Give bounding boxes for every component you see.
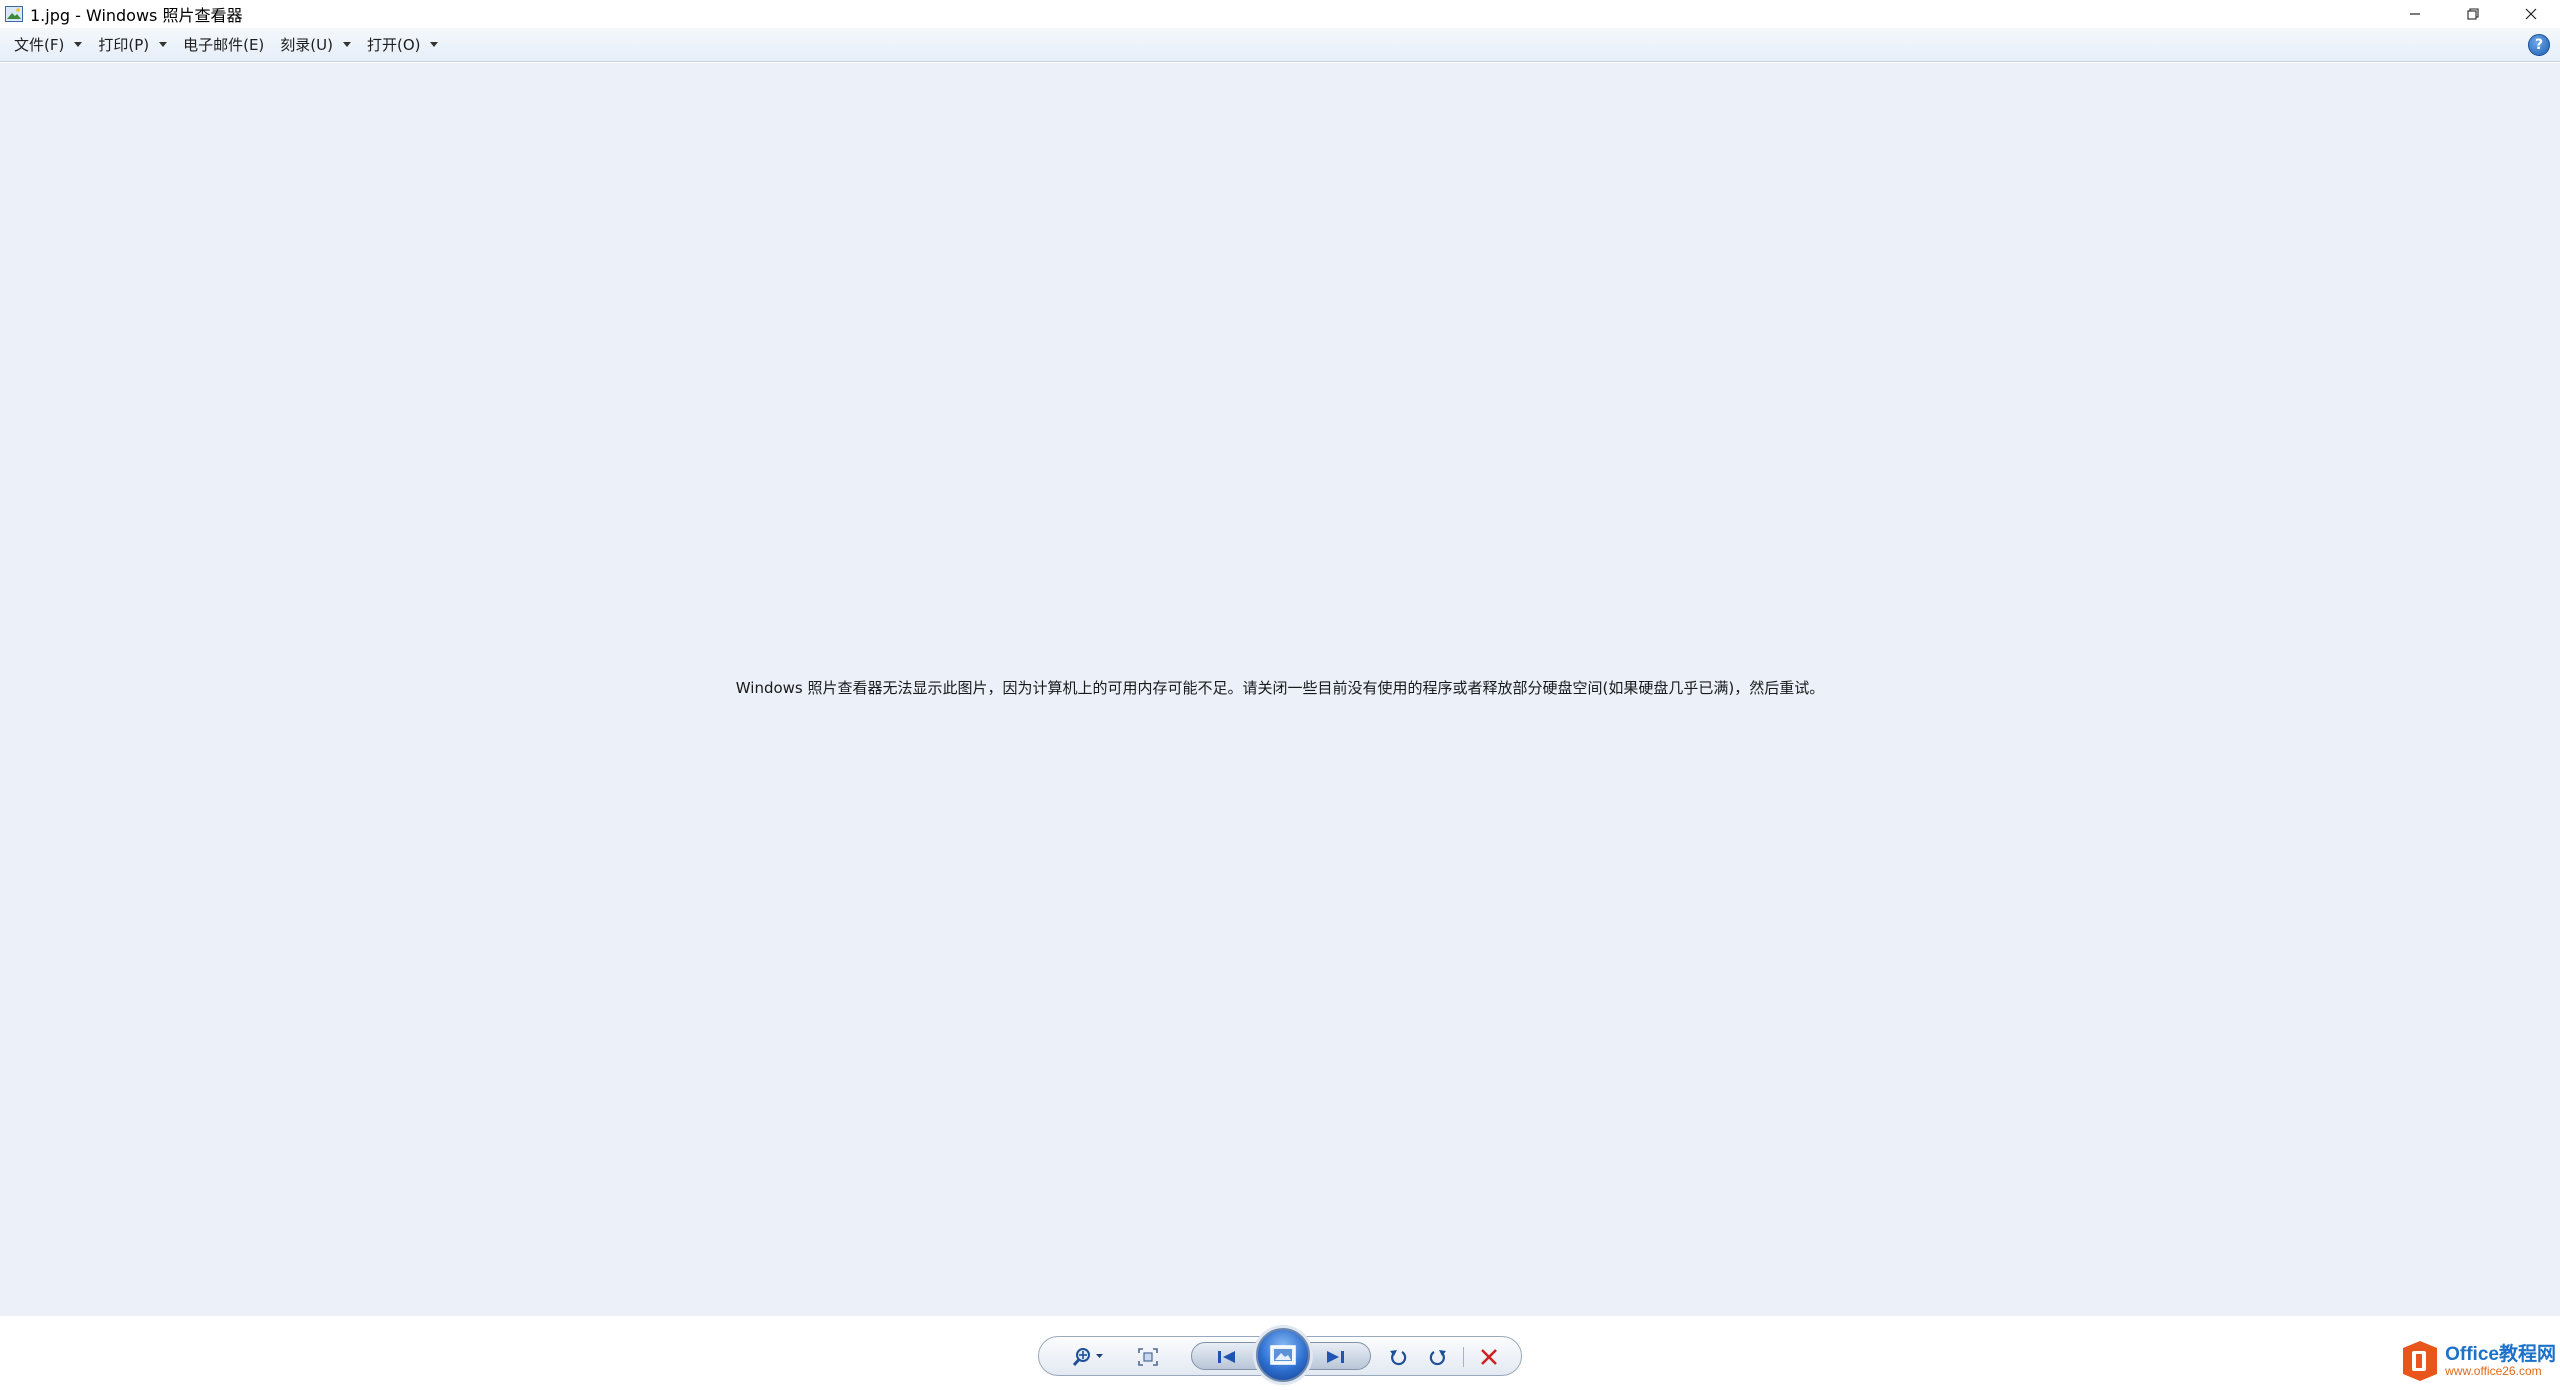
previous-icon <box>1218 1351 1235 1363</box>
actual-size-button[interactable] <box>1133 1345 1163 1369</box>
title-bar: 1.jpg - Windows 照片查看器 <box>0 0 2560 28</box>
next-button[interactable] <box>1315 1345 1355 1369</box>
chevron-down-icon <box>159 42 168 47</box>
actual-size-icon <box>1138 1348 1158 1366</box>
error-message: Windows 照片查看器无法显示此图片，因为计算机上的可用内存可能不足。请关闭… <box>735 679 1825 697</box>
chevron-down-icon <box>74 42 83 47</box>
image-viewer-area: Windows 照片查看器无法显示此图片，因为计算机上的可用内存可能不足。请关闭… <box>0 63 2560 1316</box>
previous-button[interactable] <box>1207 1345 1247 1369</box>
bottom-toolbar: Office教程网 www.office26.com <box>0 1316 2560 1390</box>
watermark: Office教程网 www.office26.com <box>2401 1338 2556 1384</box>
zoom-button[interactable] <box>1069 1345 1109 1369</box>
rotate-ccw-icon <box>1390 1350 1407 1366</box>
restore-icon <box>2467 8 2479 20</box>
chevron-down-icon <box>342 42 351 47</box>
minimize-icon <box>2410 13 2420 15</box>
rotate-clockwise-button[interactable] <box>1423 1345 1453 1369</box>
watermark-text: Office教程网 www.office26.com <box>2445 1343 2556 1378</box>
menu-file[interactable]: 文件(F) <box>8 32 88 58</box>
menu-open-label: 打开(O) <box>366 36 421 54</box>
photo-viewer-app-icon <box>4 5 24 23</box>
menu-burn-label: 刻录(U) <box>280 36 333 54</box>
help-button[interactable]: ? <box>2528 34 2550 56</box>
chevron-down-icon <box>430 42 439 47</box>
restore-button[interactable] <box>2444 0 2502 28</box>
zoom-icon <box>1072 1348 1103 1367</box>
menu-print[interactable]: 打印(P) <box>92 32 173 58</box>
menu-burn[interactable]: 刻录(U) <box>274 32 357 58</box>
close-icon <box>2525 8 2537 20</box>
menu-print-label: 打印(P) <box>98 36 150 54</box>
slideshow-button[interactable] <box>1256 1328 1310 1382</box>
help-icon: ? <box>2534 37 2544 53</box>
menu-bar: 文件(F) 打印(P) 电子邮件(E) 刻录(U) 打开(O) ? <box>0 28 2560 62</box>
watermark-brand: Office教程网 <box>2445 1343 2556 1365</box>
window-title: 1.jpg - Windows 照片查看器 <box>30 6 243 25</box>
rotate-counterclockwise-button[interactable] <box>1383 1345 1413 1369</box>
menu-email-label: 电子邮件(E) <box>183 36 265 54</box>
slideshow-icon <box>1270 1345 1296 1365</box>
close-button[interactable] <box>2502 0 2560 28</box>
watermark-url: www.office26.com <box>2445 1363 2542 1378</box>
menu-email[interactable]: 电子邮件(E) <box>177 32 270 58</box>
window-controls <box>2386 0 2560 28</box>
next-icon <box>1327 1351 1344 1363</box>
menu-open[interactable]: 打开(O) <box>361 32 445 58</box>
rotate-cw-icon <box>1429 1350 1446 1366</box>
playback-controls <box>1038 1328 1522 1382</box>
minimize-button[interactable] <box>2386 0 2444 28</box>
toolbar-separator <box>1463 1347 1464 1367</box>
menu-file-label: 文件(F) <box>14 36 65 54</box>
office-logo-icon <box>2403 1341 2438 1381</box>
delete-button[interactable] <box>1471 1345 1507 1369</box>
delete-icon <box>1481 1349 1497 1365</box>
